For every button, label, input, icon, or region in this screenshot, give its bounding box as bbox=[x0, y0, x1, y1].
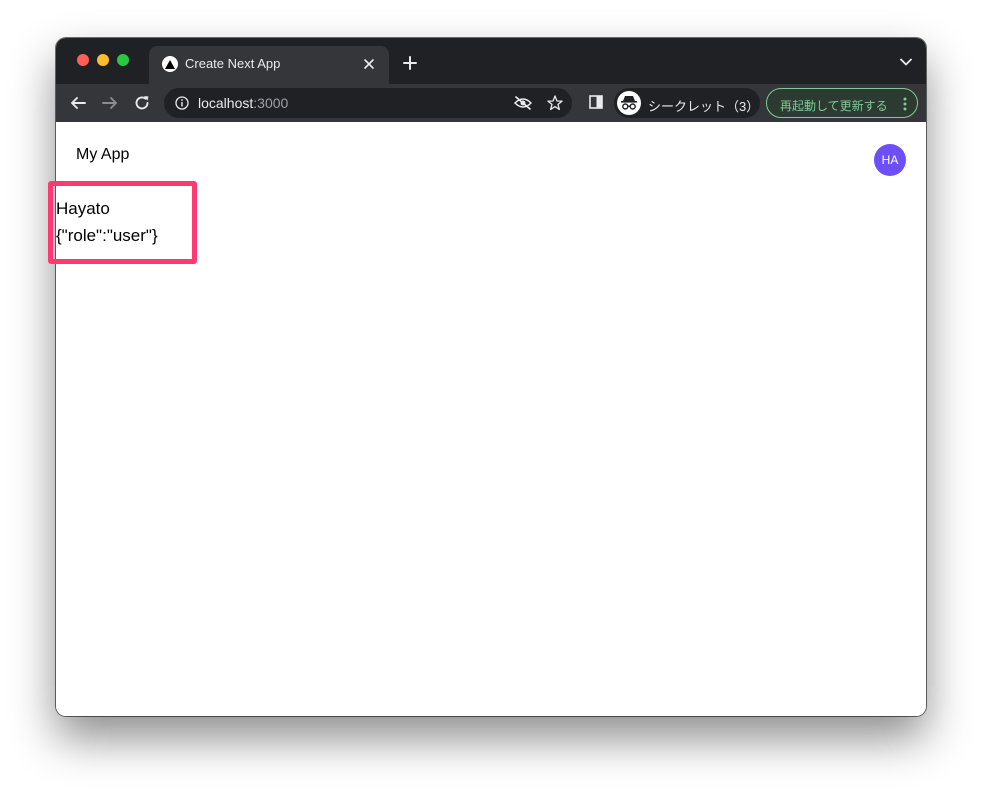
minimize-window-button[interactable] bbox=[97, 54, 109, 66]
chevron-down-icon[interactable] bbox=[898, 54, 914, 70]
nextjs-triangle-icon bbox=[162, 56, 178, 72]
url-text[interactable]: localhost:3000 bbox=[198, 95, 288, 111]
tab-strip: Create Next App bbox=[56, 38, 926, 84]
tab-create-next-app[interactable]: Create Next App bbox=[149, 46, 389, 84]
star-icon[interactable] bbox=[546, 94, 564, 112]
incognito-icon bbox=[617, 91, 641, 115]
address-bar[interactable]: localhost:3000 bbox=[164, 88, 572, 118]
close-window-button[interactable] bbox=[77, 54, 89, 66]
browser-window: Create Next App localhost:3000 シークレット（3）… bbox=[56, 38, 926, 716]
close-icon[interactable] bbox=[361, 56, 377, 72]
avatar[interactable]: HA bbox=[874, 144, 906, 176]
relaunch-label: 再起動して更新する bbox=[780, 99, 888, 113]
page-content: My App HA Hayato {"role":"user"} bbox=[56, 122, 926, 716]
maximize-window-button[interactable] bbox=[117, 54, 129, 66]
arrow-right-icon[interactable] bbox=[98, 91, 122, 115]
incognito-profile-button[interactable]: シークレット（3） bbox=[614, 88, 760, 118]
arrow-left-icon[interactable] bbox=[66, 91, 90, 115]
incognito-label: シークレット（3） bbox=[648, 99, 760, 114]
reload-icon[interactable] bbox=[130, 91, 154, 115]
plus-icon[interactable] bbox=[400, 53, 420, 73]
app-title: My App bbox=[76, 146, 130, 163]
relaunch-to-update-button[interactable]: 再起動して更新する bbox=[766, 88, 918, 118]
info-icon[interactable] bbox=[174, 95, 190, 111]
browser-toolbar: localhost:3000 シークレット（3） 再起動して更新する bbox=[56, 84, 926, 122]
side-panel-icon[interactable] bbox=[586, 92, 606, 112]
eye-off-icon[interactable] bbox=[514, 95, 532, 111]
tab-title: Create Next App bbox=[185, 56, 281, 71]
url-host: localhost bbox=[198, 95, 254, 111]
more-vert-icon[interactable] bbox=[902, 96, 908, 112]
url-port: :3000 bbox=[253, 95, 289, 111]
user-name: Hayato bbox=[56, 199, 110, 218]
user-metadata: {"role":"user"} bbox=[56, 226, 158, 245]
